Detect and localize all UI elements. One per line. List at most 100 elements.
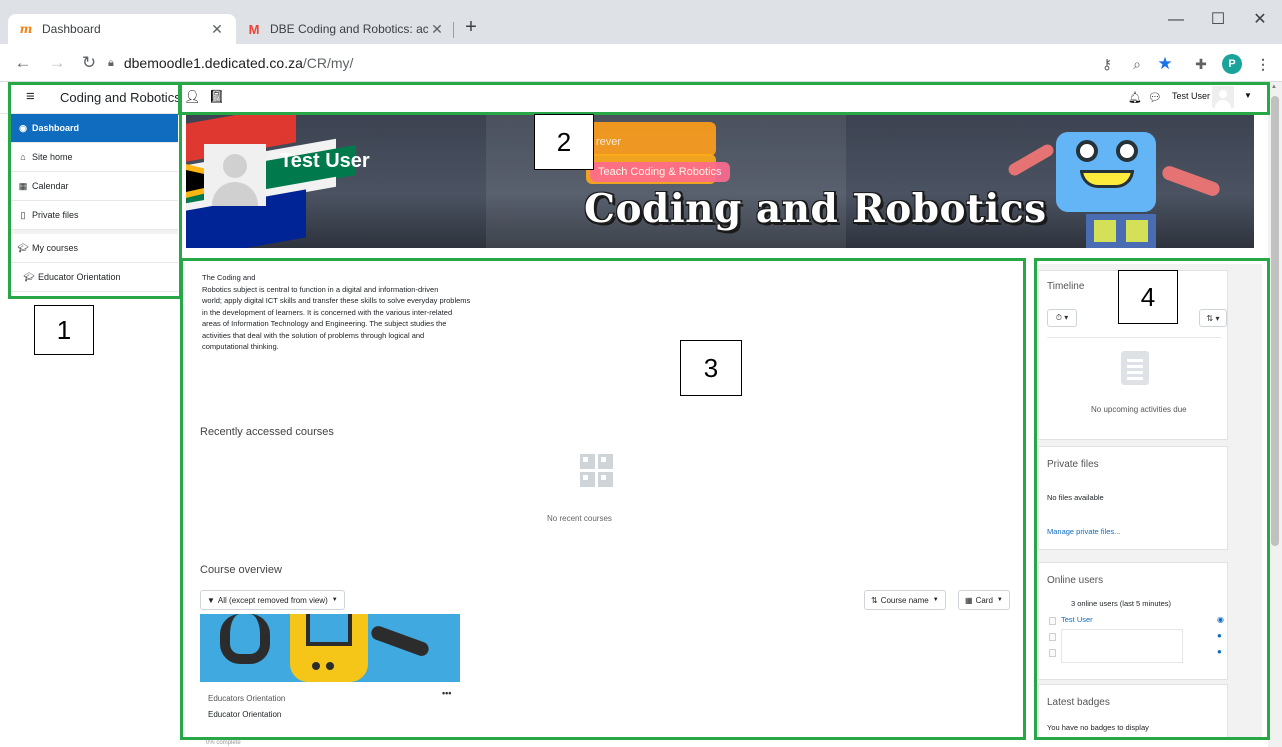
robot-arm [1006, 142, 1056, 178]
message-icon[interactable]: ● [1217, 647, 1222, 656]
intro-line: The Coding and [202, 273, 256, 282]
drawer-item-site-home[interactable]: ⌂ Site home [10, 143, 178, 172]
course-overview-title: Course overview [200, 564, 282, 576]
scroll-thumb[interactable] [1271, 96, 1279, 546]
hidden-users [1061, 629, 1183, 663]
course-tile [580, 454, 595, 469]
view-dropdown[interactable]: ▦ Card ▼ [958, 590, 1010, 610]
drawer-item-calendar[interactable]: ▦ Calendar [10, 172, 178, 201]
course-name-link[interactable]: Educator Orientation [208, 710, 281, 719]
nav-drawer: ◉ Dashboard ⌂ Site home ▦ Calendar ▯ Pri… [10, 114, 178, 292]
private-files-block: Private files No files available Manage … [1038, 446, 1228, 550]
empty-list-icon [1121, 351, 1149, 385]
back-button[interactable]: ← [12, 52, 34, 74]
gmail-icon: M [248, 21, 260, 37]
course-tile [598, 472, 613, 487]
user-picture [1049, 633, 1056, 641]
drawer-item-label: Private files [32, 210, 79, 220]
course-card[interactable]: Educators Orientation ••• Educator Orien… [200, 614, 460, 734]
annotation-number: 2 [534, 114, 594, 170]
course-image[interactable] [200, 614, 460, 682]
key-icon[interactable]: ⚷ [1096, 53, 1118, 75]
site-name[interactable]: Coding and Robotics [60, 90, 181, 105]
robot-light [1094, 220, 1116, 242]
drawer-item-educator-orientation[interactable]: 🎓︎ Educator Orientation [10, 263, 178, 292]
latest-badges-empty: You have no badges to display [1047, 723, 1149, 732]
online-user-link[interactable]: Test User [1061, 615, 1093, 624]
new-tab-button[interactable]: + [460, 17, 482, 39]
menu-kebab-icon[interactable]: ⋮ [1252, 53, 1274, 75]
eye-icon[interactable]: ◉ [1217, 615, 1224, 624]
sort-icon: ⇅ ▾ [1206, 313, 1220, 323]
zoom-icon[interactable]: ⌕ [1126, 53, 1148, 75]
book-icon[interactable]: 📓︎ [208, 89, 225, 105]
course-tile [598, 454, 613, 469]
calendar-icon: ▦ [18, 180, 28, 191]
close-icon[interactable]: ✕ [428, 21, 446, 38]
courses-empty-icon [580, 454, 614, 488]
private-files-title: Private files [1047, 459, 1099, 470]
bookmark-star-icon[interactable]: ★ [1154, 53, 1176, 75]
close-icon[interactable]: ✕ [208, 21, 226, 38]
list-line [1127, 365, 1143, 368]
browser-toolbar: ← → ↻ 🔒︎ dbemoodle1.dedicated.co.za /CR/… [0, 44, 1282, 82]
message-icon[interactable]: 💬︎ [1148, 91, 1162, 104]
course-image-shape [306, 614, 352, 646]
intro-line: areas of Information Technology and Engi… [202, 319, 447, 328]
intro-text: The Coding and Robotics subject is centr… [202, 272, 532, 353]
scroll-up-icon[interactable]: ▲ [1271, 84, 1277, 90]
profile-avatar[interactable]: P [1222, 54, 1242, 74]
user-icon[interactable]: 👤︎ [184, 89, 201, 105]
page-scrollbar[interactable]: ▲ [1268, 82, 1282, 747]
browser-tab-strip: m Dashboard ✕ M DBE Coding and Robotics:… [0, 0, 1282, 44]
timeline-title: Timeline [1047, 281, 1085, 292]
timeline-sort-dropdown[interactable]: ⇅ ▾ [1199, 309, 1227, 327]
sort-dropdown[interactable]: ⇅ Course name ▼ [864, 590, 946, 610]
drawer-item-my-courses[interactable]: 🎓︎ My courses [10, 234, 178, 263]
course-progress-text: 0% complete [206, 740, 241, 746]
address-bar[interactable]: 🔒︎ dbemoodle1.dedicated.co.za /CR/my/ [108, 50, 1108, 76]
window-close-button[interactable]: ✕ [1240, 6, 1280, 34]
grid-icon: ▦ [965, 595, 973, 605]
extensions-icon[interactable]: ✚ [1190, 53, 1212, 75]
block-region: Timeline ⏱︎ ▾ ⇅ ▾ No upcoming activities… [1038, 264, 1262, 740]
reload-button[interactable]: ↻ [78, 52, 100, 74]
intro-line: computational thinking. [202, 342, 279, 351]
message-icon[interactable]: ● [1217, 631, 1222, 640]
chevron-down-icon: ▼ [996, 597, 1003, 603]
online-users-summary: 3 online users (last 5 minutes) [1071, 599, 1172, 608]
navbar-user-name[interactable]: Test User [1172, 91, 1210, 101]
course-image-shape [312, 662, 320, 670]
drawer-item-private-files[interactable]: ▯ Private files [10, 201, 178, 230]
hamburger-icon[interactable]: ≡ [26, 88, 35, 105]
course-image-shape [369, 624, 431, 658]
no-recent-courses: No recent courses [547, 514, 612, 523]
bell-icon[interactable]: 🔔︎ [1128, 91, 1142, 104]
drawer-item-dashboard[interactable]: ◉ Dashboard [10, 114, 178, 143]
tab-title: Dashboard [42, 22, 101, 36]
user-avatar[interactable] [204, 144, 266, 206]
forward-button[interactable]: → [46, 52, 68, 74]
annotation-number: 3 [680, 340, 742, 396]
timeline-filter-dropdown[interactable]: ⏱︎ ▾ [1047, 309, 1077, 327]
maximize-button[interactable]: ☐ [1198, 6, 1238, 34]
robot-light [1126, 220, 1148, 242]
minimize-button[interactable]: — [1156, 6, 1196, 34]
intro-line: world; apply digital ICT skills and tran… [202, 296, 471, 305]
main-region: The Coding and Robotics subject is centr… [186, 258, 1022, 740]
sort-label: Course name [880, 595, 929, 605]
code-block-text: rever [596, 136, 622, 148]
navbar-avatar[interactable] [1212, 86, 1234, 108]
chevron-down-icon: ▼ [932, 597, 939, 603]
robot-eye [1076, 140, 1098, 162]
avatar-body [1215, 100, 1231, 108]
filter-dropdown[interactable]: ▼ All (except removed from view) ▼ [200, 590, 345, 610]
tab-dashboard[interactable]: m Dashboard ✕ [8, 14, 236, 44]
tab-gmail[interactable]: M DBE Coding and Robotics: accou ✕ [236, 14, 456, 44]
page-title: Test User [280, 150, 370, 172]
chevron-down-icon: ▼ [331, 597, 338, 603]
manage-private-files-link[interactable]: Manage private files... [1047, 527, 1120, 536]
view-label: Card [975, 595, 993, 605]
chevron-down-icon[interactable]: ▼ [1244, 91, 1252, 100]
more-options-icon[interactable]: ••• [442, 688, 451, 698]
